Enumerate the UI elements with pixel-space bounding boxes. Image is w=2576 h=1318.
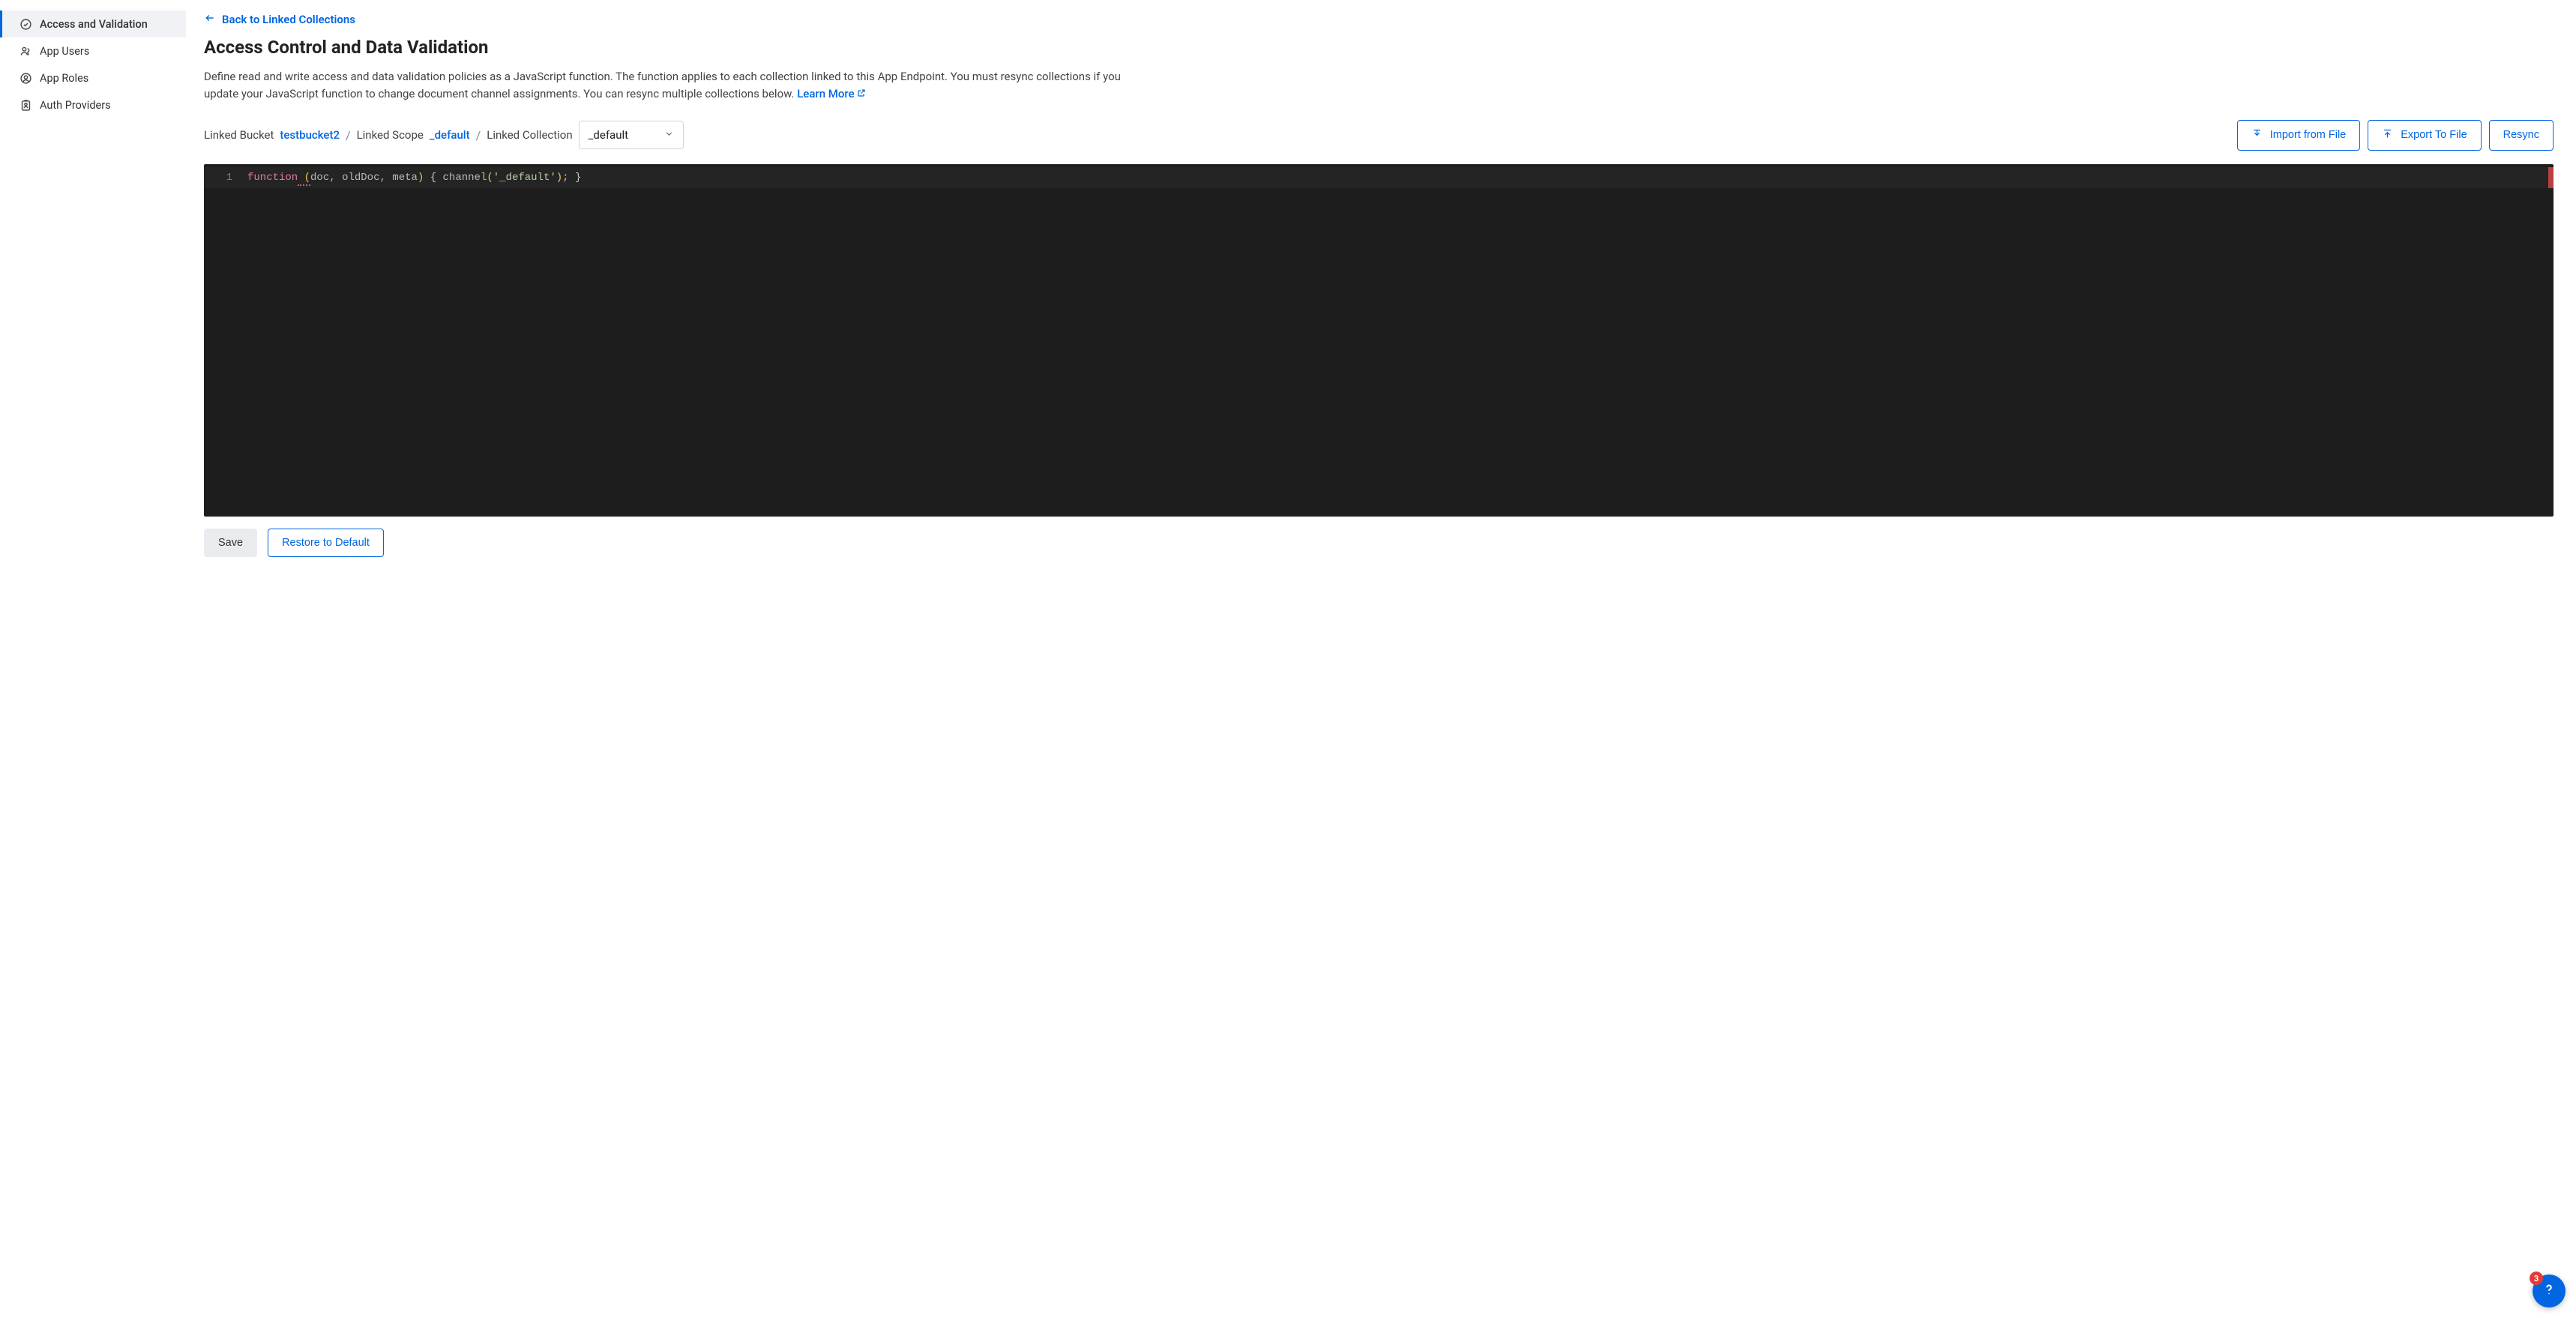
collection-select[interactable]: _default xyxy=(579,121,684,149)
editor-code: function (doc, oldDoc, meta) { channel('… xyxy=(247,166,2554,190)
import-button[interactable]: Import from File xyxy=(2237,120,2361,151)
token-comma1: , xyxy=(329,172,342,184)
bucket-link[interactable]: testbucket2 xyxy=(280,128,340,142)
resync-button[interactable]: Resync xyxy=(2489,120,2554,151)
token-call: channel xyxy=(443,172,487,184)
resync-button-label: Resync xyxy=(2503,129,2539,141)
breadcrumb-separator: / xyxy=(346,128,351,142)
arrow-left-icon xyxy=(204,13,216,26)
token-open-paren: ( xyxy=(298,172,310,186)
scope-link[interactable]: _default xyxy=(430,128,470,142)
sidebar-item-label: Access and Validation xyxy=(40,18,148,31)
breadcrumb-row: Linked Bucket testbucket2 / Linked Scope… xyxy=(204,120,2554,151)
restore-default-button-label: Restore to Default xyxy=(282,537,370,549)
token-call-close: ) xyxy=(556,172,562,184)
collection-select-value: _default xyxy=(589,128,628,142)
sidebar-item-label: App Users xyxy=(40,45,89,58)
id-badge-icon xyxy=(19,98,32,112)
footer-actions: Save Restore to Default xyxy=(204,529,2554,557)
export-button-label: Export To File xyxy=(2401,129,2467,141)
token-keyword: function xyxy=(247,172,298,184)
users-icon xyxy=(19,44,32,58)
token-arg3: meta xyxy=(392,172,418,184)
back-link-label: Back to Linked Collections xyxy=(222,13,355,26)
editor-line-number: 1 xyxy=(204,166,232,190)
sidebar: Access and Validation App Users App Role… xyxy=(0,0,186,1318)
sidebar-item-label: Auth Providers xyxy=(40,99,111,112)
description-text: Define read and write access and data va… xyxy=(204,70,1121,100)
sidebar-item-access-validation[interactable]: Access and Validation xyxy=(0,10,186,37)
learn-more-label: Learn More xyxy=(797,85,854,103)
import-button-label: Import from File xyxy=(2270,129,2347,141)
token-open-paren-text: ( xyxy=(298,172,310,186)
export-button[interactable]: Export To File xyxy=(2368,120,2481,151)
save-button[interactable]: Save xyxy=(204,529,257,557)
check-circle-icon xyxy=(19,17,32,31)
token-open-brace: { xyxy=(424,172,442,184)
sidebar-item-label: App Roles xyxy=(40,72,88,85)
bucket-label: Linked Bucket xyxy=(204,128,274,142)
chevron-down-icon xyxy=(664,128,674,142)
token-close-brace: } xyxy=(575,172,581,184)
sidebar-item-auth-providers[interactable]: Auth Providers xyxy=(0,91,186,118)
save-button-label: Save xyxy=(218,537,243,549)
sidebar-item-app-roles[interactable]: App Roles xyxy=(0,64,186,91)
question-icon xyxy=(2541,1281,2557,1301)
external-link-icon xyxy=(857,85,866,103)
restore-default-button[interactable]: Restore to Default xyxy=(268,529,384,557)
user-circle-icon xyxy=(19,71,32,85)
token-call-open: ( xyxy=(487,172,493,184)
sidebar-item-app-users[interactable]: App Users xyxy=(0,37,186,64)
code-editor[interactable]: 1 function (doc, oldDoc, meta) { channel… xyxy=(204,164,2554,517)
learn-more-link[interactable]: Learn More xyxy=(797,85,865,103)
page-title: Access Control and Data Validation xyxy=(204,37,2554,58)
page-description: Define read and write access and data va… xyxy=(204,68,1126,103)
download-icon xyxy=(2251,128,2263,142)
top-actions: Import from File Export To File Resync xyxy=(2237,120,2554,151)
token-string: '_default' xyxy=(493,172,556,184)
editor-gutter: 1 xyxy=(204,164,240,517)
collection-label: Linked Collection xyxy=(487,128,572,142)
token-stmt-end: ; xyxy=(562,172,575,184)
help-fab[interactable]: 3 xyxy=(2533,1275,2566,1308)
token-arg2: oldDoc xyxy=(342,172,379,184)
help-fab-badge: 3 xyxy=(2530,1272,2543,1285)
main-content: Back to Linked Collections Access Contro… xyxy=(186,0,2576,1318)
token-arg1: doc xyxy=(310,172,329,184)
breadcrumb-separator: / xyxy=(476,128,481,142)
token-comma2: , xyxy=(379,172,392,184)
upload-icon xyxy=(2382,128,2393,142)
scope-label: Linked Scope xyxy=(357,128,424,142)
back-link[interactable]: Back to Linked Collections xyxy=(204,13,355,26)
